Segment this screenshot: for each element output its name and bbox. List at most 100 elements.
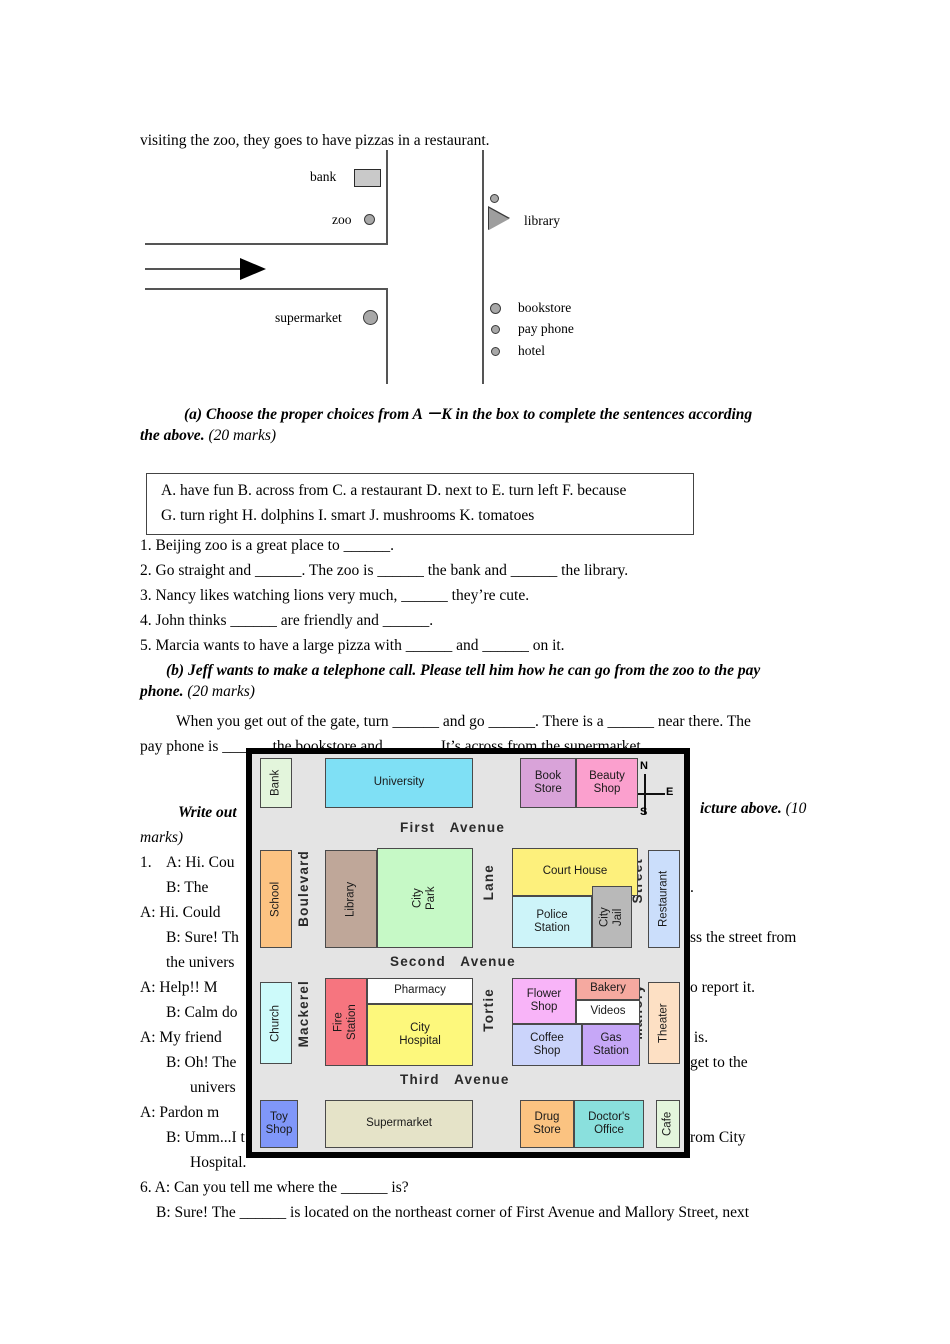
dialog-4-line-a-tail: is. — [690, 1029, 709, 1046]
hotel-marker-icon — [491, 347, 500, 356]
choice-box: A. have fun B. across from C. a restaura… — [146, 473, 694, 535]
map-building-bank: Bank — [260, 758, 292, 808]
map-building-fire-station: Fire Station — [325, 978, 367, 1066]
street-label-boulevard: Boulevard — [296, 850, 311, 927]
dialog-3-line-a-tail: o report it. — [690, 979, 755, 996]
dialog-5-line-b-tail: rom City — [690, 1129, 746, 1146]
section-c-marks-cont: marks) — [140, 829, 184, 846]
compass-label-e: E — [666, 786, 674, 798]
dialog-1-line-b: B: The — [166, 879, 213, 896]
section-b-passage-line1: When you get out of the gate, turn _____… — [176, 713, 751, 730]
diagram-vline-right — [482, 150, 484, 384]
library-marker-icon — [489, 207, 509, 230]
dialog-3-line-b: B: Calm do — [166, 1004, 238, 1021]
question-4: 4. John thinks ______ are friendly and _… — [140, 612, 434, 629]
street-label-tortie: Tortie — [481, 988, 496, 1032]
street-label-first-avenue: First Avenue — [400, 820, 506, 835]
map-building-restaurant: Restaurant — [648, 850, 680, 948]
city-map-inner: N S E W First Avenue Second Avenue Third… — [252, 754, 684, 1152]
dialog-6-line-b: B: Sure! The ______ is located on the no… — [156, 1204, 750, 1221]
map-building-city-jail: City Jail — [592, 886, 632, 948]
dialog-3-line-a: A: Help!! M — [140, 979, 218, 996]
dialog-2-line-b: B: Sure! Th — [166, 929, 239, 946]
section-b-instruction-line2: phone. — [140, 683, 184, 700]
dialog-1-number: 1. — [140, 854, 152, 871]
section-a-instruction-line1: (a) Choose the proper choices from A －K … — [184, 406, 753, 423]
map-building-gas-station: Gas Station — [582, 1024, 640, 1066]
question-5: 5. Marcia wants to have a large pizza wi… — [140, 637, 565, 654]
choice-box-line2: G. turn right H. dolphins I. smart J. mu… — [161, 507, 535, 524]
dialog-6-line-a: 6. A: Can you tell me where the ______ i… — [140, 1179, 409, 1196]
diagram-label-supermarket: supermarket — [275, 310, 342, 325]
map-building-doctor-s-office: Doctor's Office — [574, 1100, 644, 1148]
supermarket-marker-icon — [363, 310, 378, 325]
bank-marker-icon — [354, 169, 381, 187]
map-building-bakery: Bakery — [576, 978, 640, 1000]
city-map: N S E W First Avenue Second Avenue Third… — [246, 748, 690, 1158]
street-label-mackerel: Mackerel — [296, 980, 311, 1048]
diagram-label-library: library — [524, 213, 560, 228]
map-building-videos: Videos — [576, 1000, 640, 1024]
question-2: 2. Go straight and ______. The zoo is __… — [140, 562, 629, 579]
map-building-library: Library — [325, 850, 377, 948]
dialog-4-line-a: A: My friend — [140, 1029, 222, 1046]
diagram-label-zoo: zoo — [332, 212, 352, 227]
compass-label-s: S — [640, 806, 648, 818]
street-label-second-avenue: Second Avenue — [390, 954, 516, 969]
section-c-instruction-left: Write out — [178, 804, 237, 821]
dialog-5-line-b-cont: Hospital. — [190, 1154, 247, 1171]
direction-arrow-shaft — [145, 268, 245, 270]
map-building-supermarket: Supermarket — [325, 1100, 473, 1148]
dialog-1-line-b-tail: . — [690, 879, 694, 896]
map-building-school: School — [260, 850, 292, 948]
section-a-marks: (20 marks) — [208, 427, 277, 444]
diagram-zoo-map: bank zoo supermarket library bookstore p… — [140, 150, 820, 390]
map-building-city-park: City Park — [377, 848, 473, 948]
section-c-instruction-right: icture above. — [700, 800, 782, 817]
compass-label-n: N — [640, 760, 648, 772]
map-building-church: Church — [260, 982, 292, 1064]
section-c-instruction-right-wrap: icture above. (10 — [700, 800, 806, 818]
direction-arrow-head-icon — [240, 258, 266, 280]
bookstore-marker-icon — [490, 303, 501, 314]
diagram-vline-top-left — [386, 150, 388, 245]
zoo-marker-icon — [364, 214, 375, 225]
question-1: 1. Beijing zoo is a great place to _____… — [140, 537, 394, 554]
question-3: 3. Nancy likes watching lions very much,… — [140, 587, 530, 604]
diagram-label-hotel: hotel — [518, 343, 545, 358]
map-building-flower-shop: Flower Shop — [512, 978, 576, 1024]
map-building-police-station: Police Station — [512, 896, 592, 948]
map-building-beauty-shop: Beauty Shop — [576, 758, 638, 808]
section-b-marks: (20 marks) — [187, 683, 255, 700]
dialog-4-line-b-tail: get to the — [690, 1054, 748, 1071]
map-building-theater: Theater — [648, 982, 680, 1064]
diagram-label-bank: bank — [310, 169, 337, 184]
payphone-marker-icon — [491, 325, 500, 334]
map-building-pharmacy: Pharmacy — [367, 978, 473, 1004]
dialog-5-line-a: A: Pardon m — [140, 1104, 220, 1121]
document-page: visiting the zoo, they goes to have pizz… — [0, 0, 950, 1344]
map-building-cafe: Cafe — [656, 1100, 680, 1148]
dialog-4-line-b: B: Oh! The — [166, 1054, 237, 1071]
dialog-5-line-b: B: Umm...I t — [166, 1129, 245, 1146]
diagram-hline-top — [145, 243, 388, 245]
map-building-drug-store: Drug Store — [520, 1100, 574, 1148]
street-label-third-avenue: Third Avenue — [400, 1072, 510, 1087]
library-upper-dot-icon — [490, 194, 499, 203]
dialog-4-line-b-cont: univers — [190, 1079, 236, 1096]
section-c-marks: (10 — [785, 800, 807, 817]
street-label-lane: Lane — [481, 864, 496, 901]
diagram-label-pay-phone: pay phone — [518, 321, 574, 336]
section-a-instruction-line2: the above. — [140, 427, 205, 444]
section-b-instruction-line1: (b) Jeff wants to make a telephone call.… — [166, 662, 761, 679]
diagram-vline-bottom-left — [386, 288, 388, 384]
section-b-instruction-line2-wrap: phone. (20 marks) — [140, 683, 255, 701]
map-building-coffee-shop: Coffee Shop — [512, 1024, 582, 1066]
dialog-1-line-a: A: Hi. Cou — [166, 854, 235, 871]
diagram-label-bookstore: bookstore — [518, 300, 572, 315]
map-building-university: University — [325, 758, 473, 808]
dialog-2-line-b-tail: ss the street from — [690, 929, 797, 946]
map-building-book-store: Book Store — [520, 758, 576, 808]
dialog-2-line-b-cont: the univers — [166, 954, 235, 971]
diagram-hline-bottom — [145, 288, 388, 290]
